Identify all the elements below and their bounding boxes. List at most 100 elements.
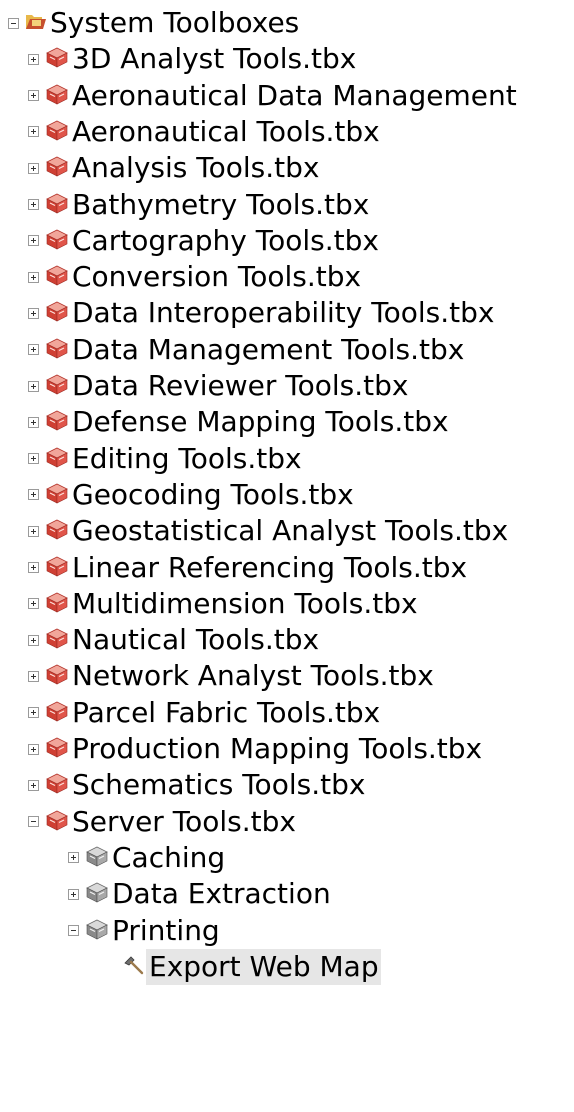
node-label: Defense Mapping Tools.tbx bbox=[72, 405, 449, 439]
tree-node-production-mapping-tools[interactable]: Production Mapping Tools.tbx bbox=[28, 729, 484, 769]
tree-node-export-web-map[interactable]: Export Web Map bbox=[122, 947, 381, 987]
toolbox-icon bbox=[45, 591, 69, 617]
toolbox-tree: System Toolboxes 3D Analyst Tools.tbx Aero… bbox=[0, 0, 574, 1112]
toolbox-icon bbox=[45, 409, 69, 435]
expand-icon[interactable] bbox=[28, 199, 39, 210]
expand-icon[interactable] bbox=[28, 380, 39, 392]
node-label: Server Tools.tbx bbox=[72, 804, 296, 838]
toolbox-icon bbox=[45, 119, 69, 145]
tree-node-editing-tools[interactable]: Editing Tools.tbx bbox=[28, 439, 304, 479]
toolbox-icon bbox=[45, 736, 69, 762]
tree-node-data-reviewer-tools[interactable]: Data Reviewer Tools.tbx bbox=[28, 366, 411, 406]
node-label: Data Management Tools.tbx bbox=[72, 332, 465, 366]
node-label: Aeronautical Tools.tbx bbox=[72, 114, 380, 148]
node-label: Multidimension Tools.tbx bbox=[72, 586, 418, 620]
node-label: System Toolboxes bbox=[50, 6, 300, 39]
toolbox-icon bbox=[45, 192, 69, 218]
tree-node-data-interoperability-tools[interactable]: Data Interoperability Tools.tbx bbox=[28, 293, 496, 333]
toolset-icon bbox=[85, 918, 109, 944]
expand-icon[interactable] bbox=[28, 634, 39, 646]
tree-node-parcel-fabric-tools[interactable]: Parcel Fabric Tools.tbx bbox=[28, 693, 382, 733]
expand-icon[interactable] bbox=[28, 344, 39, 356]
toolbox-icon bbox=[45, 663, 69, 689]
node-label: Analysis Tools.tbx bbox=[72, 151, 320, 185]
tree-node-3d-analyst-tools[interactable]: 3D Analyst Tools.tbx bbox=[28, 39, 358, 79]
toolbox-icon bbox=[45, 83, 69, 109]
collapse-icon[interactable] bbox=[68, 925, 79, 936]
tree-node-network-analyst-tools[interactable]: Network Analyst Tools.tbx bbox=[28, 656, 436, 696]
toolbox-icon bbox=[45, 46, 69, 72]
tree-node-nautical-tools[interactable]: Nautical Tools.tbx bbox=[28, 620, 321, 660]
expand-icon[interactable] bbox=[68, 852, 79, 864]
expand-icon[interactable] bbox=[28, 271, 39, 283]
expand-icon[interactable] bbox=[28, 707, 39, 719]
expand-icon[interactable] bbox=[28, 779, 39, 791]
node-label: Data Interoperability Tools.tbx bbox=[72, 296, 495, 330]
tree-node-schematics-tools[interactable]: Schematics Tools.tbx bbox=[28, 765, 367, 805]
expand-icon[interactable] bbox=[28, 53, 39, 65]
node-label: 3D Analyst Tools.tbx bbox=[72, 42, 357, 76]
toolset-icon bbox=[85, 881, 109, 907]
node-label: Parcel Fabric Tools.tbx bbox=[72, 695, 381, 729]
node-label: Export Web Map bbox=[146, 948, 381, 985]
node-label: Geocoding Tools.tbx bbox=[72, 477, 354, 511]
expand-icon[interactable] bbox=[28, 307, 39, 319]
tree-node-caching[interactable]: Caching bbox=[68, 838, 227, 878]
node-label: Editing Tools.tbx bbox=[72, 441, 302, 475]
toolbox-icon bbox=[45, 155, 69, 181]
toolbox-icon bbox=[45, 300, 69, 326]
node-label: Cartography Tools.tbx bbox=[72, 223, 379, 257]
expand-icon[interactable] bbox=[28, 489, 39, 501]
collapse-icon[interactable] bbox=[28, 816, 39, 828]
expand-icon[interactable] bbox=[28, 235, 39, 247]
node-label: Nautical Tools.tbx bbox=[72, 623, 320, 657]
tree-node-server-tools[interactable]: Server Tools.tbx bbox=[28, 802, 298, 842]
tree-node-multidimension-tools[interactable]: Multidimension Tools.tbx bbox=[28, 584, 420, 624]
tree-node-data-management-tools[interactable]: Data Management Tools.tbx bbox=[28, 330, 466, 370]
toolbox-icon bbox=[45, 264, 69, 290]
node-label: Geostatistical Analyst Tools.tbx bbox=[72, 514, 509, 548]
node-label: Linear Referencing Tools.tbx bbox=[72, 550, 468, 584]
tree-node-system-toolboxes[interactable]: System Toolboxes bbox=[8, 3, 301, 43]
folder-icon bbox=[25, 11, 47, 35]
tree-node-aeronautical-data-management[interactable]: Aeronautical Data Management bbox=[28, 76, 519, 116]
node-label: Data Reviewer Tools.tbx bbox=[72, 369, 409, 402]
expand-icon[interactable] bbox=[28, 90, 39, 102]
toolbox-icon bbox=[45, 809, 69, 835]
expand-icon[interactable] bbox=[28, 743, 39, 755]
expand-icon[interactable] bbox=[28, 598, 39, 610]
tree-node-printing[interactable]: Printing bbox=[68, 911, 222, 951]
tree-node-data-extraction[interactable]: Data Extraction bbox=[68, 874, 333, 914]
expand-icon[interactable] bbox=[28, 416, 39, 428]
expand-icon[interactable] bbox=[28, 670, 39, 682]
tree-node-geostatistical-analyst-tools[interactable]: Geostatistical Analyst Tools.tbx bbox=[28, 511, 510, 551]
toolbox-icon bbox=[45, 228, 69, 254]
tree-node-bathymetry-tools[interactable]: Bathymetry Tools.tbx bbox=[28, 185, 371, 225]
tree-node-cartography-tools[interactable]: Cartography Tools.tbx bbox=[28, 221, 381, 261]
toolset-icon bbox=[85, 845, 109, 871]
node-label: Aeronautical Data Management bbox=[72, 78, 517, 112]
tree-node-conversion-tools[interactable]: Conversion Tools.tbx bbox=[28, 257, 363, 297]
tree-node-analysis-tools[interactable]: Analysis Tools.tbx bbox=[28, 148, 321, 188]
tree-node-geocoding-tools[interactable]: Geocoding Tools.tbx bbox=[28, 475, 356, 515]
expand-icon[interactable] bbox=[28, 453, 39, 465]
tree-node-defense-mapping-tools[interactable]: Defense Mapping Tools.tbx bbox=[28, 402, 451, 442]
expand-icon[interactable] bbox=[68, 888, 79, 900]
node-label: Network Analyst Tools.tbx bbox=[72, 659, 434, 693]
expand-icon[interactable] bbox=[28, 126, 39, 138]
toolbox-icon bbox=[45, 446, 69, 472]
toolbox-icon bbox=[45, 772, 69, 798]
node-label: Bathymetry Tools.tbx bbox=[72, 187, 370, 221]
expand-icon[interactable] bbox=[28, 562, 39, 573]
toolbox-icon bbox=[45, 627, 69, 653]
node-label: Schematics Tools.tbx bbox=[72, 768, 366, 802]
tree-node-linear-referencing-tools[interactable]: Linear Referencing Tools.tbx bbox=[28, 548, 469, 588]
node-label: Production Mapping Tools.tbx bbox=[72, 732, 483, 765]
expand-icon[interactable] bbox=[28, 525, 39, 537]
toolbox-icon bbox=[45, 373, 69, 399]
toolbox-icon bbox=[45, 700, 69, 726]
collapse-icon[interactable] bbox=[8, 17, 19, 29]
expand-icon[interactable] bbox=[28, 162, 39, 174]
tree-node-aeronautical-tools[interactable]: Aeronautical Tools.tbx bbox=[28, 112, 382, 152]
node-label: Printing bbox=[112, 913, 220, 947]
